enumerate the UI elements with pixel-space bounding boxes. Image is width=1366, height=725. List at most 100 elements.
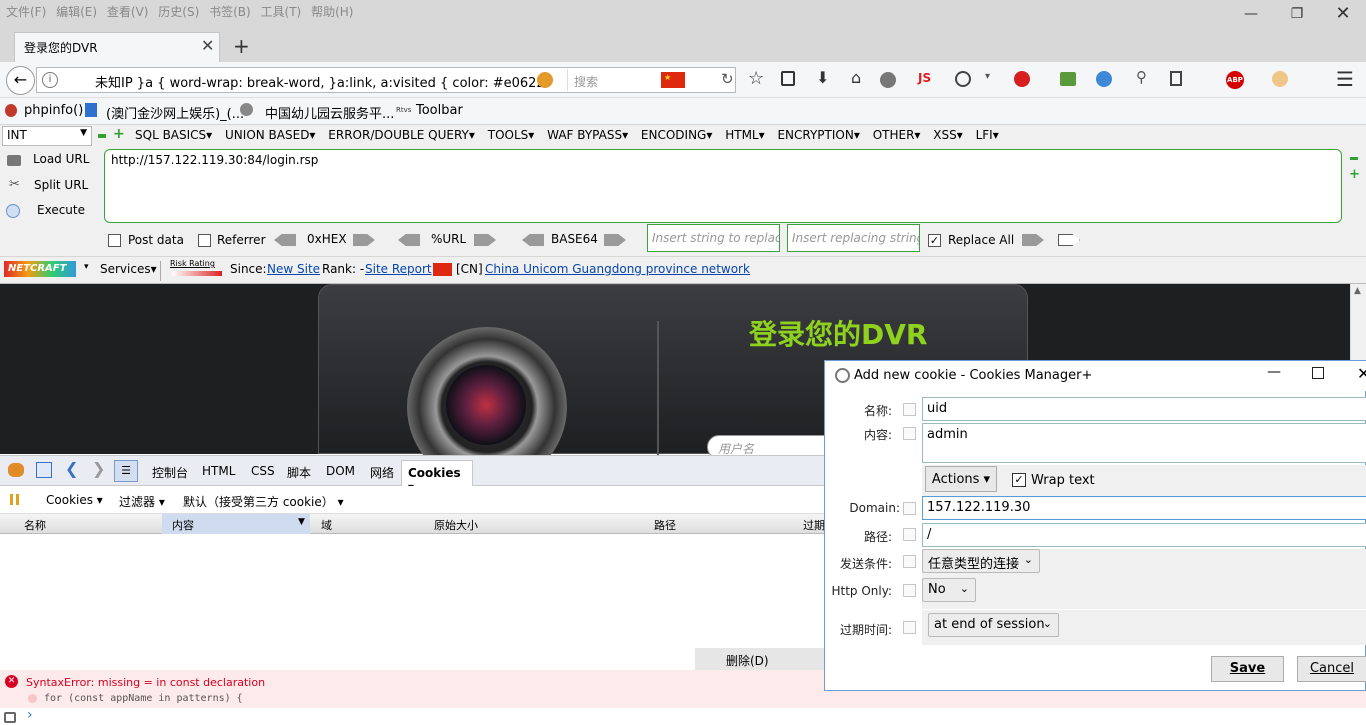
hex-decode-arrow-icon[interactable]	[274, 234, 296, 246]
name-input[interactable]: uid	[922, 397, 1366, 421]
name-checkbox[interactable]	[903, 403, 916, 416]
network-link[interactable]: China Unicom Guangdong province network	[485, 262, 750, 276]
content-input[interactable]: admin	[922, 423, 1366, 463]
referrer-checkbox[interactable]	[198, 234, 211, 247]
send-for-checkbox[interactable]	[903, 555, 916, 568]
palette-icon[interactable]	[955, 71, 971, 87]
col-raw-size[interactable]: 原始大小	[434, 517, 478, 533]
default-policy-menu[interactable]: 默认（接受第三方 cookie） ▾	[183, 493, 344, 510]
pause-icon[interactable]	[10, 494, 13, 505]
base64-encode-arrow-icon[interactable]	[604, 234, 626, 246]
hex-encode-arrow-icon[interactable]	[353, 234, 375, 246]
close-window-icon[interactable]: ✕	[1320, 0, 1366, 28]
adblock-icon[interactable]: ABP	[1226, 71, 1244, 89]
http-only-checkbox[interactable]	[903, 584, 916, 597]
restore-icon[interactable]: ❐	[1274, 0, 1320, 28]
path-input[interactable]: /	[922, 523, 1366, 547]
error-message[interactable]: SyntaxError: missing = in const declarat…	[26, 676, 265, 689]
inspect-icon[interactable]	[36, 462, 52, 478]
download-icon[interactable]: ⬇	[816, 68, 829, 87]
col-domain[interactable]: 域	[321, 517, 332, 533]
new-site-link[interactable]: New Site	[267, 262, 320, 276]
forward-arrow-icon[interactable]: ❯	[92, 459, 105, 478]
shrink-icon[interactable]	[1350, 157, 1358, 160]
tab-html[interactable]: HTML	[202, 464, 235, 478]
col-content-sorted[interactable]: 内容 ▼	[162, 514, 310, 534]
url-bar[interactable]: i 未知IP }a { word-wrap: break-word, }a:li…	[36, 67, 736, 93]
tab-css[interactable]: CSS	[251, 464, 275, 478]
js-icon[interactable]: JS	[918, 71, 931, 85]
tab-console[interactable]: 控制台	[152, 464, 188, 481]
dropdown-icon[interactable]: ▾	[985, 71, 990, 82]
menu-encoding[interactable]: ENCODING▾	[641, 128, 712, 142]
services-menu[interactable]: Services▾	[100, 262, 157, 276]
menu-help[interactable]: 帮助(H)	[311, 5, 353, 19]
new-tab-icon[interactable]: +	[233, 34, 250, 58]
dialog-minimize-icon[interactable]: —	[1267, 364, 1281, 380]
domain-input[interactable]: 157.122.119.30	[922, 496, 1366, 520]
content-checkbox[interactable]	[903, 427, 916, 440]
type-select[interactable]: INT ▼	[2, 126, 92, 146]
console-icon[interactable]	[4, 712, 16, 723]
send-for-select[interactable]: 任意类型的连接 ⌄	[922, 549, 1040, 573]
url-textarea[interactable]: http://157.122.119.30:84/login.rsp	[104, 149, 1342, 223]
replace-all-checkbox[interactable]: ✓	[928, 234, 941, 247]
bookmark-phpinfo[interactable]: phpinfo()	[24, 103, 83, 118]
menu-xss[interactable]: XSS▾	[933, 128, 962, 142]
menu-html[interactable]: HTML▾	[725, 128, 764, 142]
netcraft-logo[interactable]: NETCRAFT	[4, 261, 76, 277]
actions-button[interactable]: Actions ▾	[925, 466, 997, 492]
reading-list-icon[interactable]	[781, 71, 795, 86]
prompt-chevron-icon[interactable]: ›	[27, 707, 33, 723]
firebug-icon[interactable]	[8, 463, 24, 477]
wrap-text-checkbox[interactable]: ✓	[1012, 473, 1026, 487]
bookmark-kindergarten[interactable]: 中国幼儿园云服务平...	[265, 103, 394, 122]
execute-button[interactable]: Execute	[4, 202, 96, 222]
http-only-select[interactable]: No ⌄	[922, 578, 976, 602]
minus-icon[interactable]	[98, 134, 106, 138]
back-icon[interactable]: ←	[6, 66, 35, 95]
hamburger-menu-icon[interactable]: ☰	[1336, 67, 1354, 91]
scroll-up-icon[interactable]: ▲	[1354, 286, 1361, 296]
replacing-string-input[interactable]: Insert replacing string	[787, 224, 920, 252]
col-path[interactable]: 路径	[654, 517, 676, 533]
bookmark-star-icon[interactable]: ☆	[748, 68, 764, 89]
clipboard-icon[interactable]	[1170, 71, 1182, 86]
menu-tools[interactable]: 工具(T)	[261, 5, 302, 19]
bookmark-casino[interactable]: (澳门金沙网上娱乐)_(...	[106, 103, 244, 122]
tab-network[interactable]: 网络	[370, 464, 394, 481]
menu-sql-basics[interactable]: SQL BASICS▾	[135, 128, 212, 142]
load-url-button[interactable]: Load URL	[4, 151, 96, 171]
menu-edit[interactable]: 编辑(E)	[56, 5, 97, 19]
site-info-icon[interactable]: i	[42, 72, 58, 88]
expires-checkbox[interactable]	[903, 621, 916, 634]
dialog-close-icon[interactable]: ✕	[1357, 364, 1366, 383]
home-icon[interactable]: ⌂	[851, 68, 861, 87]
face-icon[interactable]	[1272, 71, 1288, 87]
expires-select[interactable]: at end of session ⌄	[928, 613, 1059, 637]
menu-error-double-query[interactable]: ERROR/DOUBLE QUERY▾	[328, 128, 475, 142]
dialog-maximize-icon[interactable]	[1312, 367, 1324, 379]
globe-icon[interactable]	[880, 72, 896, 88]
tab-script[interactable]: 脚本	[287, 464, 311, 481]
insert-string-input[interactable]: Insert string to replace	[647, 224, 780, 252]
menu-tools-hack[interactable]: TOOLS▾	[488, 128, 535, 142]
menu-view[interactable]: 查看(V)	[107, 5, 149, 19]
menu-other[interactable]: OTHER▾	[873, 128, 921, 142]
replace-arrow-icon[interactable]	[1022, 234, 1044, 246]
menu-union-based[interactable]: UNION BASED▾	[225, 128, 315, 142]
col-name[interactable]: 名称	[24, 517, 46, 533]
back-arrow-icon[interactable]: ❮	[65, 459, 78, 478]
cookies-menu[interactable]: Cookies ▾	[46, 493, 103, 507]
url-decode-arrow-icon[interactable]	[398, 234, 420, 246]
path-checkbox[interactable]	[903, 528, 916, 541]
filter-menu[interactable]: 过滤器 ▾	[119, 493, 165, 510]
netcraft-dropdown-icon[interactable]: ▾	[84, 262, 89, 272]
split-url-button[interactable]: ✂ Split URL	[4, 177, 96, 197]
menu-history[interactable]: 历史(S)	[158, 5, 199, 19]
site-report-link[interactable]: Site Report	[365, 262, 432, 276]
tab-cookies[interactable]: Cookies ▾	[401, 460, 473, 494]
tab-close-icon[interactable]: ✕	[201, 36, 214, 55]
magnifier-icon[interactable]: ⚲	[1136, 68, 1147, 86]
screenshot-icon[interactable]	[1060, 72, 1076, 86]
